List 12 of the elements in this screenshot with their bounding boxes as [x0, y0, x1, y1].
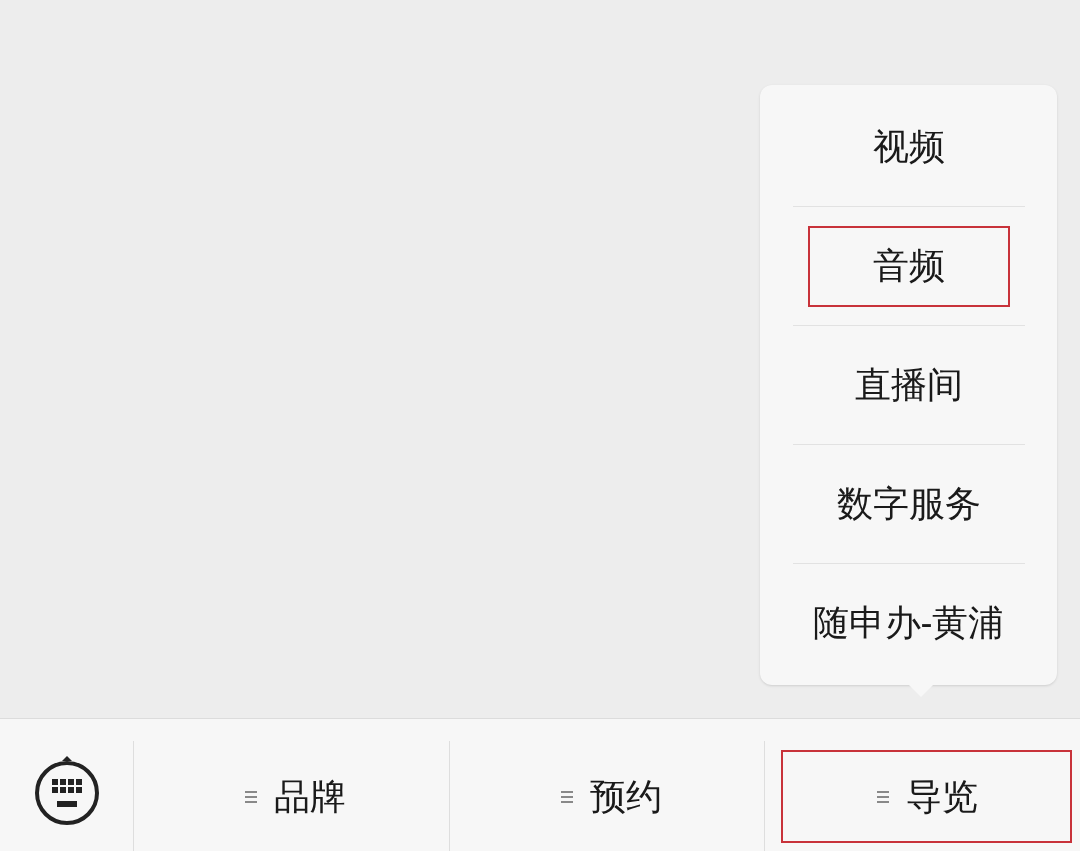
menu-item[interactable]: 视频	[807, 106, 1010, 188]
menu-item[interactable]: 直播间	[807, 344, 1010, 426]
menu-item[interactable]: 随申办-黄浦	[807, 582, 1010, 664]
keyboard-icon[interactable]	[33, 755, 100, 825]
menu-icon	[875, 789, 890, 804]
tab[interactable]: 品牌	[150, 750, 441, 843]
menu-icon	[244, 789, 259, 804]
menu-icon	[560, 789, 574, 804]
tab[interactable]: 预约	[465, 750, 757, 843]
menu-item[interactable]: 数字服务	[807, 463, 1010, 545]
tab[interactable]: 导览	[781, 750, 1072, 843]
menu-item[interactable]: 音频	[807, 225, 1010, 307]
